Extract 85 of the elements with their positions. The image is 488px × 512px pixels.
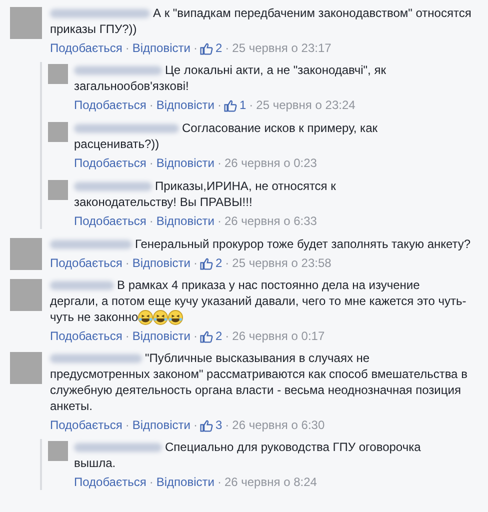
separator: · xyxy=(149,97,154,113)
timestamp: 25 червня о 23:58 xyxy=(232,255,332,271)
comment-text: Генеральный прокурор тоже будет заполнять такую анкету? xyxy=(135,236,471,252)
reply-link[interactable]: Відповісти xyxy=(132,40,190,56)
avatar xyxy=(10,7,42,39)
timestamp: 26 червня о 6:33 xyxy=(224,213,317,229)
reply-link[interactable]: Відповісти xyxy=(132,255,190,271)
comment-text: загальнообов'язкові! xyxy=(74,78,189,94)
avatar xyxy=(48,180,68,200)
like-link[interactable]: Подобається xyxy=(74,97,146,113)
timestamp: 26 червня о 0:17 xyxy=(232,328,325,344)
like-count: 2 xyxy=(215,328,222,344)
avatar xyxy=(10,279,42,311)
separator: · xyxy=(193,255,198,271)
avatar xyxy=(10,352,42,384)
timestamp: 26 червня о 8:24 xyxy=(224,474,317,490)
avatar xyxy=(48,122,68,142)
avatar xyxy=(10,238,42,270)
timestamp: 26 червня о 0:23 xyxy=(224,155,317,171)
separator: · xyxy=(149,213,154,229)
reply-link[interactable]: Відповісти xyxy=(156,97,214,113)
thumbs-up-icon xyxy=(200,418,214,432)
blurred-name xyxy=(50,280,114,290)
avatar xyxy=(48,441,68,461)
separator: · xyxy=(225,40,230,56)
like-link[interactable]: Подобається xyxy=(50,417,122,433)
comment-text: А к "випадкам передбаченим законодавством" относятся xyxy=(153,5,472,21)
thumbs-up-icon xyxy=(200,330,214,342)
separator: · xyxy=(125,255,130,271)
separator: · xyxy=(225,255,230,271)
separator: · xyxy=(125,417,130,433)
timestamp: 25 червня о 23:24 xyxy=(256,97,356,113)
comment-text: Специально для руководства ГПУ оговорочка xyxy=(165,439,421,455)
like-count: 1 xyxy=(239,97,246,113)
like-link[interactable]: Подобається xyxy=(50,40,122,56)
comment-text: чуть не законно xyxy=(50,309,138,325)
laughing-emoji-icon xyxy=(168,310,184,324)
comment-text: законодательству! Вы ПРАВЫ!!! xyxy=(74,194,252,210)
reply-link[interactable]: Відповісти xyxy=(156,155,214,171)
comment-text: приказы ГПУ?)) xyxy=(50,21,137,37)
comment-text: предусмотренных законом" рассматриваются как способ вмешательства в xyxy=(50,366,468,382)
avatar xyxy=(48,64,68,84)
thumbs-up-icon xyxy=(200,256,214,270)
thumbs-up-icon xyxy=(224,98,238,112)
reply-link[interactable]: Відповісти xyxy=(132,417,190,433)
separator: · xyxy=(149,474,154,490)
like-link[interactable]: Подобається xyxy=(50,255,122,271)
like-count: 3 xyxy=(215,417,222,433)
comment-text: анкеты. xyxy=(50,398,92,414)
comment-text: расценивать?)) xyxy=(74,136,160,152)
like-link[interactable]: Подобається xyxy=(74,474,146,490)
timestamp: 25 червня о 23:17 xyxy=(232,40,332,56)
separator: · xyxy=(249,97,254,113)
comment-text: служебную деятельность органа власти - весьма неоднозначная позиция xyxy=(50,382,461,398)
separator: · xyxy=(217,97,222,113)
comment-text: вышла. xyxy=(74,455,116,471)
laughing-emoji-icon xyxy=(153,310,168,324)
reply-link[interactable]: Відповісти xyxy=(156,474,214,490)
reply-link[interactable]: Відповісти xyxy=(156,213,214,229)
comment-text: "Публичные высказывания в случаях не xyxy=(145,350,370,366)
separator: · xyxy=(217,213,222,229)
like-link[interactable]: Подобається xyxy=(50,328,122,344)
separator: · xyxy=(125,40,130,56)
separator: · xyxy=(225,417,230,433)
separator: · xyxy=(193,328,198,344)
timestamp: 26 червня о 6:30 xyxy=(232,417,325,433)
comment-text: Це локальні акти, а не "законодавчі", як xyxy=(165,62,386,78)
like-count: 2 xyxy=(215,40,222,56)
separator: · xyxy=(193,417,198,433)
separator: · xyxy=(125,328,130,344)
like-link[interactable]: Подобається xyxy=(74,155,146,171)
like-count: 2 xyxy=(215,255,222,271)
separator: · xyxy=(225,328,230,344)
reply-link[interactable]: Відповісти xyxy=(132,328,190,344)
thumbs-up-icon xyxy=(200,42,214,54)
separator: · xyxy=(193,40,198,56)
comment-text: Согласование исков к примеру, как xyxy=(182,120,378,136)
separator: · xyxy=(217,155,222,171)
comment-text: В рамках 4 приказа у нас постоянно дела на изучение xyxy=(117,277,420,293)
separator: · xyxy=(217,474,222,490)
like-link[interactable]: Подобається xyxy=(74,213,146,229)
laughing-emoji-icon xyxy=(138,310,154,324)
comment-text: Приказы,ИРИНА, не относятся к xyxy=(155,178,336,194)
separator: · xyxy=(149,155,154,171)
comment-text: дергали, а потом еще кучу указаний давали, чего то мне кажется это чуть- xyxy=(50,293,466,309)
